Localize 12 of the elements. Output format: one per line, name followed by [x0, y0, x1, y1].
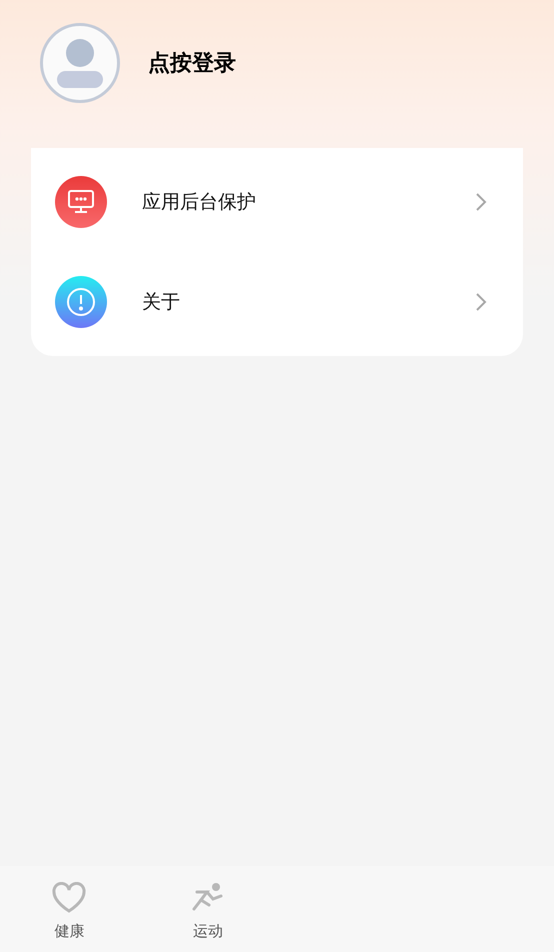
- menu-label: 关于: [142, 290, 181, 315]
- chevron-icon: [475, 192, 487, 212]
- info-icon: [55, 276, 107, 328]
- tab[interactable]: 健康: [0, 882, 138, 952]
- tab[interactable]: 运动: [138, 882, 277, 952]
- menu-item[interactable]: 关于: [31, 252, 523, 352]
- login-prompt[interactable]: 点按登录: [148, 46, 236, 80]
- monitor-icon: [55, 176, 107, 228]
- menu-item[interactable]: 应用后台保护: [31, 152, 523, 252]
- menu-label: 应用后台保护: [142, 190, 257, 215]
- heart-icon: [51, 882, 88, 914]
- chevron-icon: [475, 292, 487, 312]
